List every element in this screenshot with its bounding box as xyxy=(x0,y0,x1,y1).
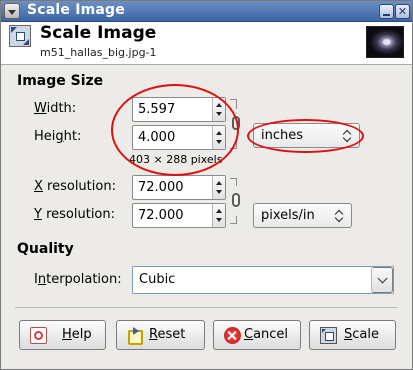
title-bar: Scale Image ✕ xyxy=(1,1,412,22)
help-icon xyxy=(30,327,47,344)
minimize-icon[interactable] xyxy=(379,4,394,19)
reset-button[interactable]: Reset xyxy=(116,320,205,350)
size-unit-select[interactable]: inches xyxy=(253,123,360,148)
close-icon[interactable]: ✕ xyxy=(395,4,410,19)
quality-heading: Quality xyxy=(17,241,74,257)
resolution-unit-value: pixels/in xyxy=(261,208,315,223)
height-value: 4.000 xyxy=(138,130,176,145)
cancel-icon xyxy=(224,327,241,344)
scale-image-icon xyxy=(9,25,31,47)
y-resolution-value: 72.000 xyxy=(138,208,184,223)
x-resolution-value: 72.000 xyxy=(138,180,184,195)
interpolation-value: Cubic xyxy=(139,272,176,287)
resolution-unit-select[interactable]: pixels/in xyxy=(253,203,352,228)
x-resolution-stepper[interactable] xyxy=(212,176,225,199)
y-resolution-input[interactable]: 72.000 xyxy=(132,203,226,228)
button-separator xyxy=(15,307,398,308)
window-title: Scale Image xyxy=(27,2,125,18)
height-stepper[interactable] xyxy=(212,126,225,149)
scale-image-dialog: Scale Image ✕ Scale Image m51_hallas_big… xyxy=(0,0,413,370)
resolution-chain-icon[interactable] xyxy=(230,178,242,224)
chevron-updown-icon xyxy=(343,128,352,144)
x-resolution-label: X resolution: xyxy=(34,179,116,194)
help-button[interactable]: Help xyxy=(19,320,106,350)
pixel-dimensions: 403 × 288 pixels xyxy=(129,153,223,166)
reset-icon xyxy=(127,327,144,345)
image-size-heading: Image Size xyxy=(17,73,104,89)
dialog-header: Scale Image m51_hallas_big.jpg-1 xyxy=(1,22,412,65)
interpolation-select[interactable]: Cubic xyxy=(132,266,394,294)
x-resolution-input[interactable]: 72.000 xyxy=(132,175,226,200)
interpolation-label: Interpolation: xyxy=(34,272,122,287)
image-thumbnail xyxy=(366,26,404,58)
scale-button[interactable]: Scale xyxy=(309,320,396,350)
dialog-title: Scale Image xyxy=(40,23,157,43)
window-menu-icon[interactable] xyxy=(4,3,20,19)
width-value: 5.597 xyxy=(138,102,176,117)
size-unit-value: inches xyxy=(261,128,304,143)
chevron-down-icon[interactable] xyxy=(371,267,393,293)
height-input[interactable]: 4.000 xyxy=(132,125,226,150)
image-name: m51_hallas_big.jpg-1 xyxy=(40,46,157,59)
scale-icon xyxy=(320,327,337,344)
y-resolution-label: Y resolution: xyxy=(34,207,116,222)
width-stepper[interactable] xyxy=(212,98,225,121)
size-chain-icon[interactable] xyxy=(230,99,242,149)
width-label: Width: xyxy=(34,101,77,116)
width-input[interactable]: 5.597 xyxy=(132,97,226,122)
cancel-button[interactable]: Cancel xyxy=(213,320,301,350)
y-resolution-stepper[interactable] xyxy=(212,204,225,227)
height-label: Height: xyxy=(34,129,82,144)
chevron-updown-icon xyxy=(335,208,344,224)
